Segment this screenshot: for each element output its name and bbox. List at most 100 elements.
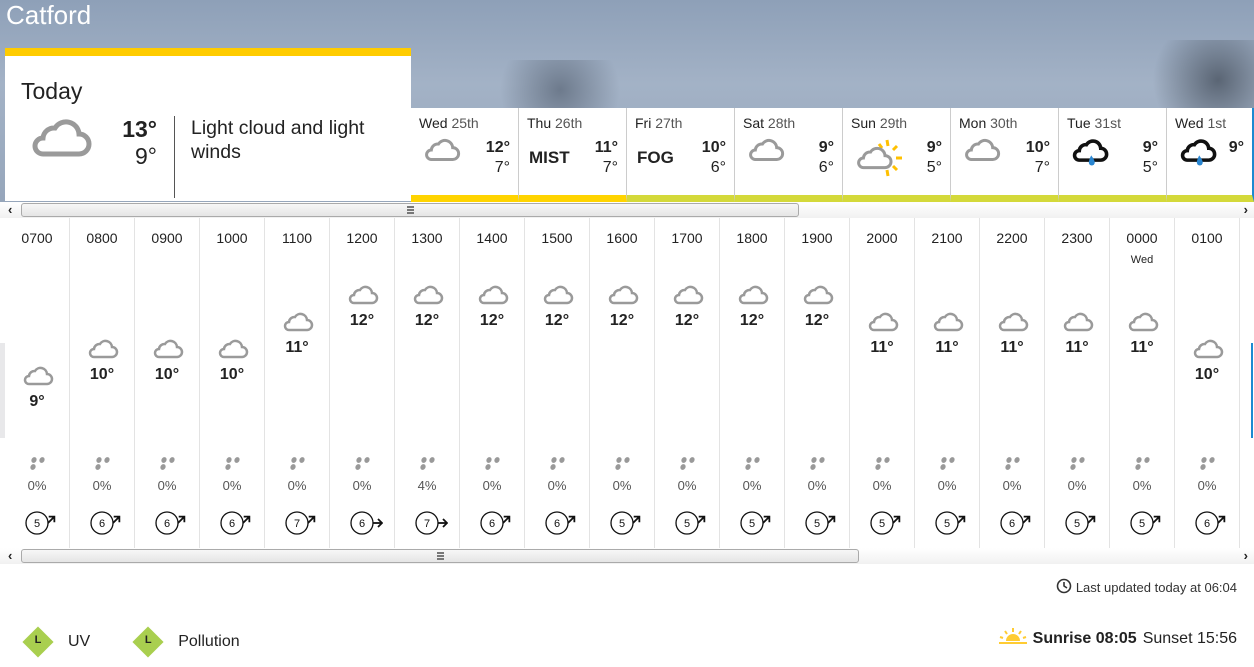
rain-chance: 0% bbox=[352, 478, 372, 493]
wind-speed: 5 bbox=[34, 518, 40, 530]
hour-column[interactable]: 0900 10° 0% 6 bbox=[135, 218, 200, 548]
hour-column[interactable]: 1300 12° 4% 7 bbox=[395, 218, 460, 548]
hour-column[interactable]: 1100 11° 0% 7 bbox=[265, 218, 330, 548]
hour-temp: 9° bbox=[29, 393, 45, 410]
light-cloud-icon bbox=[22, 365, 54, 387]
rain-chance: 0% bbox=[937, 478, 957, 493]
hour-temp: 10° bbox=[1194, 366, 1220, 383]
rain-drops-icon bbox=[1199, 456, 1217, 475]
hour-column[interactable]: 0800 10° 0% 6 bbox=[70, 218, 135, 548]
day-high: 10° bbox=[701, 139, 726, 156]
hour-temp: 12° bbox=[544, 312, 570, 329]
light-cloud-icon bbox=[1127, 311, 1159, 333]
day-tab[interactable]: Sun 29th 9° 5° bbox=[843, 108, 951, 202]
day-tab[interactable]: Thu 26th MIST 11° 7° bbox=[519, 108, 627, 202]
rain-drops-icon bbox=[94, 456, 112, 475]
wind-indicator: 6 bbox=[154, 508, 188, 541]
hour-temp: 11° bbox=[1065, 339, 1089, 356]
hourly-scrollbar[interactable]: ‹ › bbox=[0, 548, 1254, 564]
day-low: 7° bbox=[494, 159, 510, 176]
day-low: 7° bbox=[1034, 159, 1050, 176]
hour-column[interactable]: 2100 11° 0% 5 bbox=[915, 218, 980, 548]
day-tab[interactable]: Wed 25th 12° 7° bbox=[411, 108, 519, 202]
hour-column[interactable]: 2200 11° 0% 6 bbox=[980, 218, 1045, 548]
day-high: 9° bbox=[1142, 139, 1158, 156]
scroll-thumb[interactable] bbox=[21, 549, 859, 563]
today-summary[interactable]: Today 13° 9° Light cloud and light winds bbox=[5, 48, 411, 201]
pollution-badge[interactable]: L Pollution bbox=[132, 626, 240, 658]
day-tab[interactable]: Wed 1st 9° bbox=[1167, 108, 1254, 202]
light-cloud-icon bbox=[477, 284, 509, 306]
light-cloud-icon bbox=[152, 338, 184, 360]
hour-time: 0900 bbox=[151, 230, 183, 246]
daily-scrollbar[interactable]: ‹ › bbox=[0, 202, 1254, 218]
rain-chance: 0% bbox=[157, 478, 177, 493]
hour-column[interactable]: 1400 12° 0% 6 bbox=[460, 218, 525, 548]
day-tab[interactable]: Tue 31st 9° 5° bbox=[1059, 108, 1167, 202]
daily-forecast: Wed 25th 12° 7° Thu 26th MIST 11° 7° Fri… bbox=[411, 108, 1254, 202]
today-description: Light cloud and light winds bbox=[191, 117, 365, 163]
rain-chance: 4% bbox=[417, 478, 437, 493]
wind-speed: 5 bbox=[1139, 518, 1145, 530]
scroll-thumb[interactable] bbox=[21, 203, 799, 217]
wind-indicator: 5 bbox=[24, 508, 58, 541]
rain-drops-icon bbox=[289, 456, 307, 475]
scroll-right-icon[interactable]: › bbox=[1244, 202, 1248, 217]
rain-drops-icon bbox=[484, 456, 502, 475]
hour-column[interactable]: 0000 Wed 11° 0% 5 bbox=[1110, 218, 1175, 548]
clock-icon bbox=[1056, 578, 1072, 597]
hour-time: 1700 bbox=[671, 230, 703, 246]
rain-chance: 0% bbox=[222, 478, 242, 493]
day-high: 12° bbox=[485, 139, 510, 156]
today-high: 13° bbox=[122, 116, 157, 142]
rain-chance: 0% bbox=[1067, 478, 1087, 493]
day-name: Sun 29th bbox=[851, 115, 908, 131]
rain-drops-icon bbox=[224, 456, 242, 475]
hour-column[interactable]: 2000 11° 0% 5 bbox=[850, 218, 915, 548]
weather-text: FOG bbox=[637, 148, 674, 167]
uv-badge[interactable]: L UV bbox=[22, 626, 91, 658]
hour-time: 2300 bbox=[1061, 230, 1093, 246]
hour-column[interactable]: 0700 9° 0% 5 bbox=[5, 218, 70, 548]
day-low: 5° bbox=[1142, 159, 1158, 176]
day-high: 9° bbox=[818, 139, 834, 156]
hour-column[interactable]: 1500 12° 0% 6 bbox=[525, 218, 590, 548]
rain-drops-icon bbox=[744, 456, 762, 475]
day-tab[interactable]: Sat 28th 9° 6° bbox=[735, 108, 843, 202]
hour-temp: 12° bbox=[739, 312, 765, 329]
rain-chance: 0% bbox=[742, 478, 762, 493]
scroll-right-icon[interactable]: › bbox=[1244, 548, 1248, 563]
scroll-left-icon[interactable]: ‹ bbox=[8, 548, 12, 563]
day-tab[interactable]: Mon 30th 10° 7° bbox=[951, 108, 1059, 202]
rain-chance: 0% bbox=[482, 478, 502, 493]
hour-column[interactable]: 1600 12° 0% 5 bbox=[590, 218, 655, 548]
hour-column[interactable]: 1800 12° 0% 5 bbox=[720, 218, 785, 548]
wind-speed: 6 bbox=[1009, 518, 1015, 530]
scroll-left-icon[interactable]: ‹ bbox=[8, 202, 12, 217]
hour-column[interactable]: 0100 10° 0% 6 bbox=[1175, 218, 1240, 548]
rain-chance: 0% bbox=[1197, 478, 1217, 493]
hour-column[interactable]: 1200 12° 0% 6 bbox=[330, 218, 395, 548]
hour-time: 0700 bbox=[21, 230, 53, 246]
sunrise-icon bbox=[998, 627, 1027, 650]
day-tab[interactable]: Fri 27th FOG 10° 6° bbox=[627, 108, 735, 202]
rain-drops-icon bbox=[1004, 456, 1022, 475]
hour-time: 1500 bbox=[541, 230, 573, 246]
hour-column[interactable]: 1700 12° 0% 5 bbox=[655, 218, 720, 548]
rain-drops-icon bbox=[874, 456, 892, 475]
hour-time: 2100 bbox=[931, 230, 963, 246]
wind-speed: 6 bbox=[99, 518, 105, 530]
hour-column[interactable]: 2300 11° 0% 5 bbox=[1045, 218, 1110, 548]
level-diamond-icon: L bbox=[132, 626, 164, 658]
rain-chance: 0% bbox=[872, 478, 892, 493]
hour-day: Wed bbox=[1130, 254, 1154, 266]
wind-indicator: 6 bbox=[479, 508, 513, 541]
light-cloud-icon bbox=[963, 138, 1001, 167]
hour-column[interactable]: 1000 10° 0% 6 bbox=[200, 218, 265, 548]
wind-speed: 7 bbox=[294, 518, 300, 530]
light-cloud-icon bbox=[672, 284, 704, 306]
wind-indicator: 5 bbox=[739, 508, 773, 541]
hour-time: 1200 bbox=[346, 230, 378, 246]
light-cloud-icon bbox=[607, 284, 639, 306]
hour-column[interactable]: 1900 12° 0% 5 bbox=[785, 218, 850, 548]
